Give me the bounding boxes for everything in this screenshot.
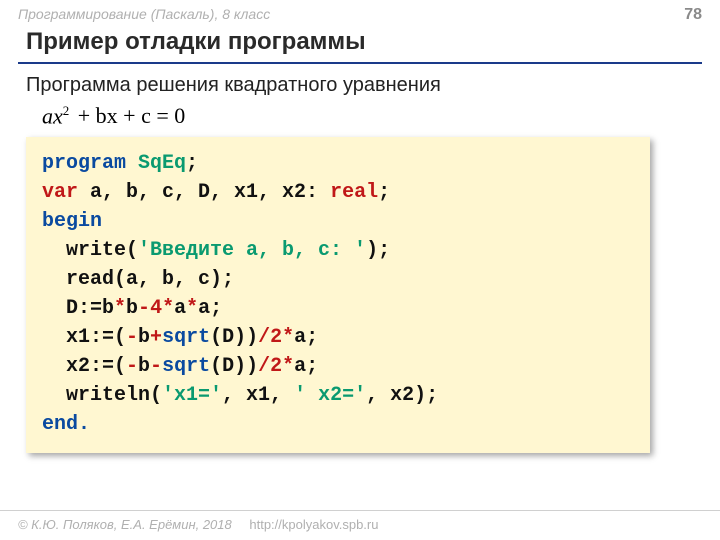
equation: ax2 + bx + c = 0 xyxy=(0,103,720,137)
code-text: b xyxy=(126,297,138,320)
code-text: b xyxy=(138,326,150,349)
op-minus: - xyxy=(126,355,138,378)
code-text: , x2); xyxy=(366,384,438,407)
op-div: / xyxy=(258,355,270,378)
string-literal: 'Введите a, b, c: ' xyxy=(138,239,366,262)
formula-ax: ax xyxy=(42,103,63,128)
code-text: a; xyxy=(198,297,222,320)
slide-footer: © К.Ю. Поляков, Е.А. Ерёмин, 2018 http:/… xyxy=(0,510,720,540)
num: 2 xyxy=(270,355,282,378)
slide-header: Программирование (Паскаль), 8 класс 78 xyxy=(0,0,720,24)
slide-subtitle: Программа решения квадратного уравнения xyxy=(0,74,720,103)
kw-var: var xyxy=(42,181,78,204)
op-star: * xyxy=(114,297,126,320)
program-name: SqEq xyxy=(138,152,186,175)
title-rule xyxy=(18,62,702,64)
code-text: (D)) xyxy=(210,355,258,378)
op-star: * xyxy=(282,355,294,378)
code-text: (D)) xyxy=(210,326,258,349)
code-text: a xyxy=(174,297,186,320)
code-text: read(a, b, c); xyxy=(42,268,234,291)
code-text: ); xyxy=(366,239,390,262)
code-text: writeln( xyxy=(42,384,162,407)
fn-sqrt: sqrt xyxy=(162,326,210,349)
course-label: Программирование (Паскаль), 8 класс xyxy=(18,6,270,22)
code-text: b xyxy=(138,355,150,378)
page-number: 78 xyxy=(684,6,702,24)
code-text: x2:=( xyxy=(42,355,126,378)
code-text: a; xyxy=(294,326,318,349)
op-star: * xyxy=(282,326,294,349)
fn-sqrt: sqrt xyxy=(162,355,210,378)
op-minus: - xyxy=(126,326,138,349)
semi: ; xyxy=(186,152,198,175)
op-star: * xyxy=(186,297,198,320)
kw-real: real xyxy=(330,181,378,204)
var-list: a, b, c, D, x1, x2: xyxy=(78,181,330,204)
kw-end: end. xyxy=(42,413,90,436)
slide-title: Пример отладки программы xyxy=(0,24,720,58)
code-text: a; xyxy=(294,355,318,378)
op-plus: + xyxy=(150,326,162,349)
string-literal: 'x1=' xyxy=(162,384,222,407)
formula-rest: + bx + c = 0 xyxy=(69,103,188,128)
kw-begin: begin xyxy=(42,210,102,233)
code-text: write( xyxy=(42,239,138,262)
op-div: / xyxy=(258,326,270,349)
string-literal: ' x2=' xyxy=(294,384,366,407)
op-minus: - xyxy=(138,297,150,320)
num: 4 xyxy=(150,297,162,320)
footer-url: http://kpolyakov.spb.ru xyxy=(249,517,378,532)
code-text: , x1, xyxy=(222,384,294,407)
code-text: D:=b xyxy=(42,297,114,320)
num: 2 xyxy=(270,326,282,349)
semi: ; xyxy=(378,181,390,204)
code-block: program SqEq; var a, b, c, D, x1, x2: re… xyxy=(26,137,650,453)
kw-program: program xyxy=(42,152,138,175)
op-star: * xyxy=(162,297,174,320)
op-minus: - xyxy=(150,355,162,378)
copyright: © К.Ю. Поляков, Е.А. Ерёмин, 2018 xyxy=(18,517,232,532)
code-text: x1:=( xyxy=(42,326,126,349)
